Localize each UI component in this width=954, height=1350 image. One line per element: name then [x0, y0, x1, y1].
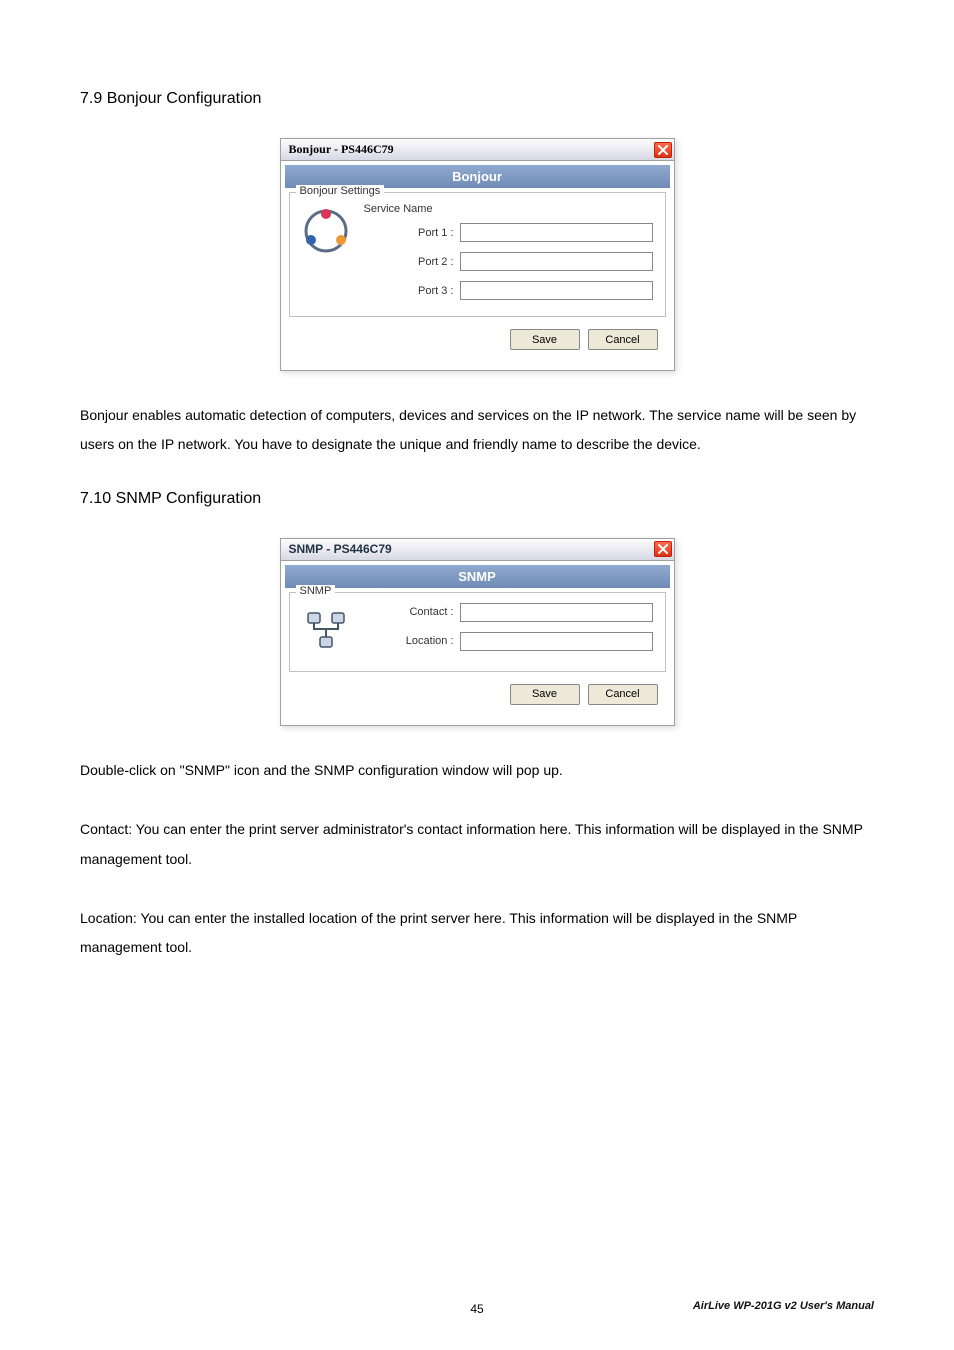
bonjour-service-name-header: Service Name: [364, 203, 653, 215]
bonjour-port3-label: Port 3 :: [360, 285, 460, 297]
snmp-band: SNMP: [285, 565, 670, 588]
snmp-location-row: Location :: [360, 632, 653, 651]
bonjour-description: Bonjour enables automatic detection of c…: [80, 401, 874, 460]
bonjour-port2-input[interactable]: [460, 252, 653, 271]
section-heading-snmp: 7.10 SNMP Configuration: [80, 490, 874, 508]
snmp-cancel-button[interactable]: Cancel: [588, 684, 658, 705]
bonjour-port3-row: Port 3 :: [360, 281, 653, 300]
bonjour-port3-input[interactable]: [460, 281, 653, 300]
bonjour-port1-label: Port 1 :: [360, 227, 460, 239]
snmp-contact-label: Contact :: [360, 606, 460, 618]
snmp-paragraph-1: Double-click on "SNMP" icon and the SNMP…: [80, 756, 874, 785]
bonjour-icon: [302, 207, 350, 255]
page-footer: 45 AirLive WP-201G v2 User's Manual: [0, 1300, 954, 1318]
close-icon[interactable]: [654, 142, 672, 158]
snmp-contact-row: Contact :: [360, 603, 653, 622]
section-heading-bonjour: 7.9 Bonjour Configuration: [80, 90, 874, 108]
bonjour-port2-label: Port 2 :: [360, 256, 460, 268]
snmp-dialog-container: SNMP - PS446C79 SNMP SNMP: [80, 538, 874, 726]
snmp-paragraph-2: Contact: You can enter the print server …: [80, 815, 874, 874]
bonjour-dialog-title: Bonjour - PS446C79: [289, 142, 394, 157]
bonjour-settings-group: Bonjour Settings Service Name: [289, 192, 666, 317]
snmp-save-button[interactable]: Save: [510, 684, 580, 705]
snmp-group-legend: SNMP: [296, 585, 336, 597]
close-icon[interactable]: [654, 541, 672, 557]
snmp-location-label: Location :: [360, 635, 460, 647]
footer-brand: AirLive WP-201G v2 User's Manual: [693, 1300, 874, 1312]
snmp-group: SNMP Contact :: [289, 592, 666, 672]
bonjour-cancel-button[interactable]: Cancel: [588, 329, 658, 350]
bonjour-dialog-container: Bonjour - PS446C79 Bonjour Bonjour Setti…: [80, 138, 874, 371]
bonjour-save-button[interactable]: Save: [510, 329, 580, 350]
bonjour-titlebar: Bonjour - PS446C79: [281, 139, 674, 161]
snmp-network-icon: [302, 607, 350, 655]
bonjour-port2-row: Port 2 :: [360, 252, 653, 271]
snmp-contact-input[interactable]: [460, 603, 653, 622]
snmp-location-input[interactable]: [460, 632, 653, 651]
bonjour-port1-input[interactable]: [460, 223, 653, 242]
snmp-paragraph-3: Location: You can enter the installed lo…: [80, 904, 874, 963]
page-number: 45: [470, 1302, 483, 1316]
bonjour-group-legend: Bonjour Settings: [296, 185, 385, 197]
snmp-dialog: SNMP - PS446C79 SNMP SNMP: [280, 538, 675, 726]
snmp-dialog-title: SNMP - PS446C79: [289, 542, 392, 556]
bonjour-dialog: Bonjour - PS446C79 Bonjour Bonjour Setti…: [280, 138, 675, 371]
bonjour-port1-row: Port 1 :: [360, 223, 653, 242]
snmp-titlebar: SNMP - PS446C79: [281, 539, 674, 561]
